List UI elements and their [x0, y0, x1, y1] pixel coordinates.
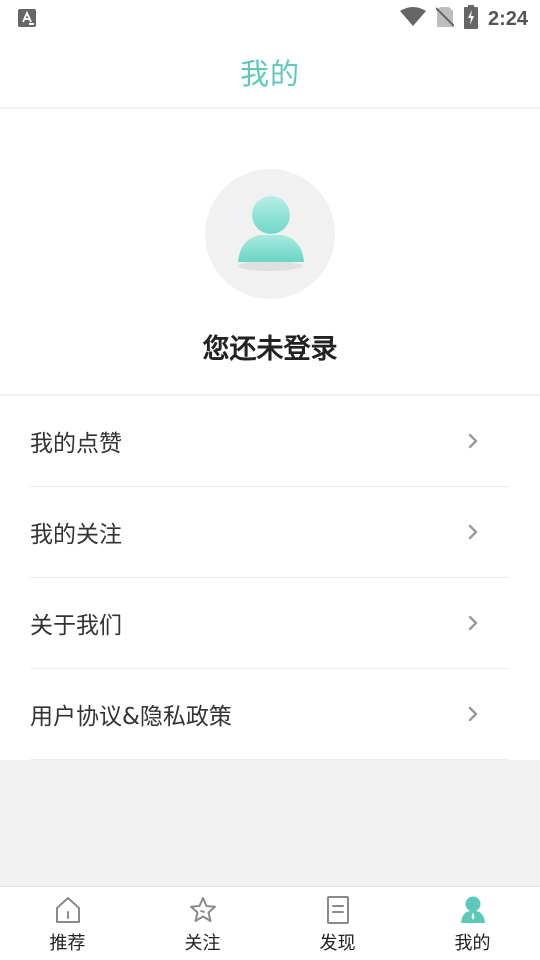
login-status-text[interactable]: 您还未登录 [0, 327, 540, 366]
app-header: 我的 [0, 36, 540, 108]
wifi-icon [399, 7, 426, 31]
chevron-right-icon [468, 524, 478, 540]
profile-section: 您还未登录 [0, 109, 540, 395]
chevron-right-icon [468, 433, 478, 449]
nav-tab-recommend[interactable]: 推荐 [0, 887, 135, 960]
person-icon [460, 896, 485, 923]
document-icon [326, 896, 349, 924]
status-time: 2:24 [487, 7, 528, 30]
menu-item-my-follows[interactable]: 我的关注 [30, 487, 510, 578]
bottom-nav: 推荐 关注 发现 我的 [0, 886, 540, 960]
page-title: 我的 [239, 56, 300, 91]
battery-charging-icon [463, 5, 478, 33]
home-icon [55, 897, 80, 923]
nav-tab-discover[interactable]: 发现 [270, 887, 405, 960]
nav-label: 推荐 [49, 933, 86, 954]
menu-item-about-us[interactable]: 关于我们 [30, 578, 510, 669]
menu-item-user-agreement-privacy[interactable]: 用户协议&隐私政策 [30, 669, 510, 760]
menu-item-label: 我的点赞 [30, 431, 122, 457]
star-icon [189, 897, 216, 922]
nav-label: 关注 [184, 933, 221, 954]
status-bar: 2:24 [0, 0, 540, 36]
nav-label: 发现 [319, 933, 356, 954]
menu-item-my-likes[interactable]: 我的点赞 [30, 396, 510, 487]
avatar[interactable] [205, 169, 335, 299]
nav-tab-follow[interactable]: 关注 [135, 887, 270, 960]
nav-tab-mine[interactable]: 我的 [405, 887, 540, 960]
menu-item-label: 我的关注 [30, 522, 122, 548]
font-a-icon [18, 9, 36, 31]
no-sim-icon [435, 6, 455, 32]
chevron-right-icon [468, 615, 478, 631]
menu-item-label: 用户协议&隐私政策 [30, 704, 232, 730]
nav-label: 我的 [454, 933, 491, 954]
chevron-right-icon [468, 706, 478, 722]
user-avatar-icon [238, 196, 304, 271]
menu-list: 我的点赞 我的关注 关于我们 用户协议&隐私政策 [0, 396, 540, 760]
menu-item-label: 关于我们 [30, 613, 122, 639]
